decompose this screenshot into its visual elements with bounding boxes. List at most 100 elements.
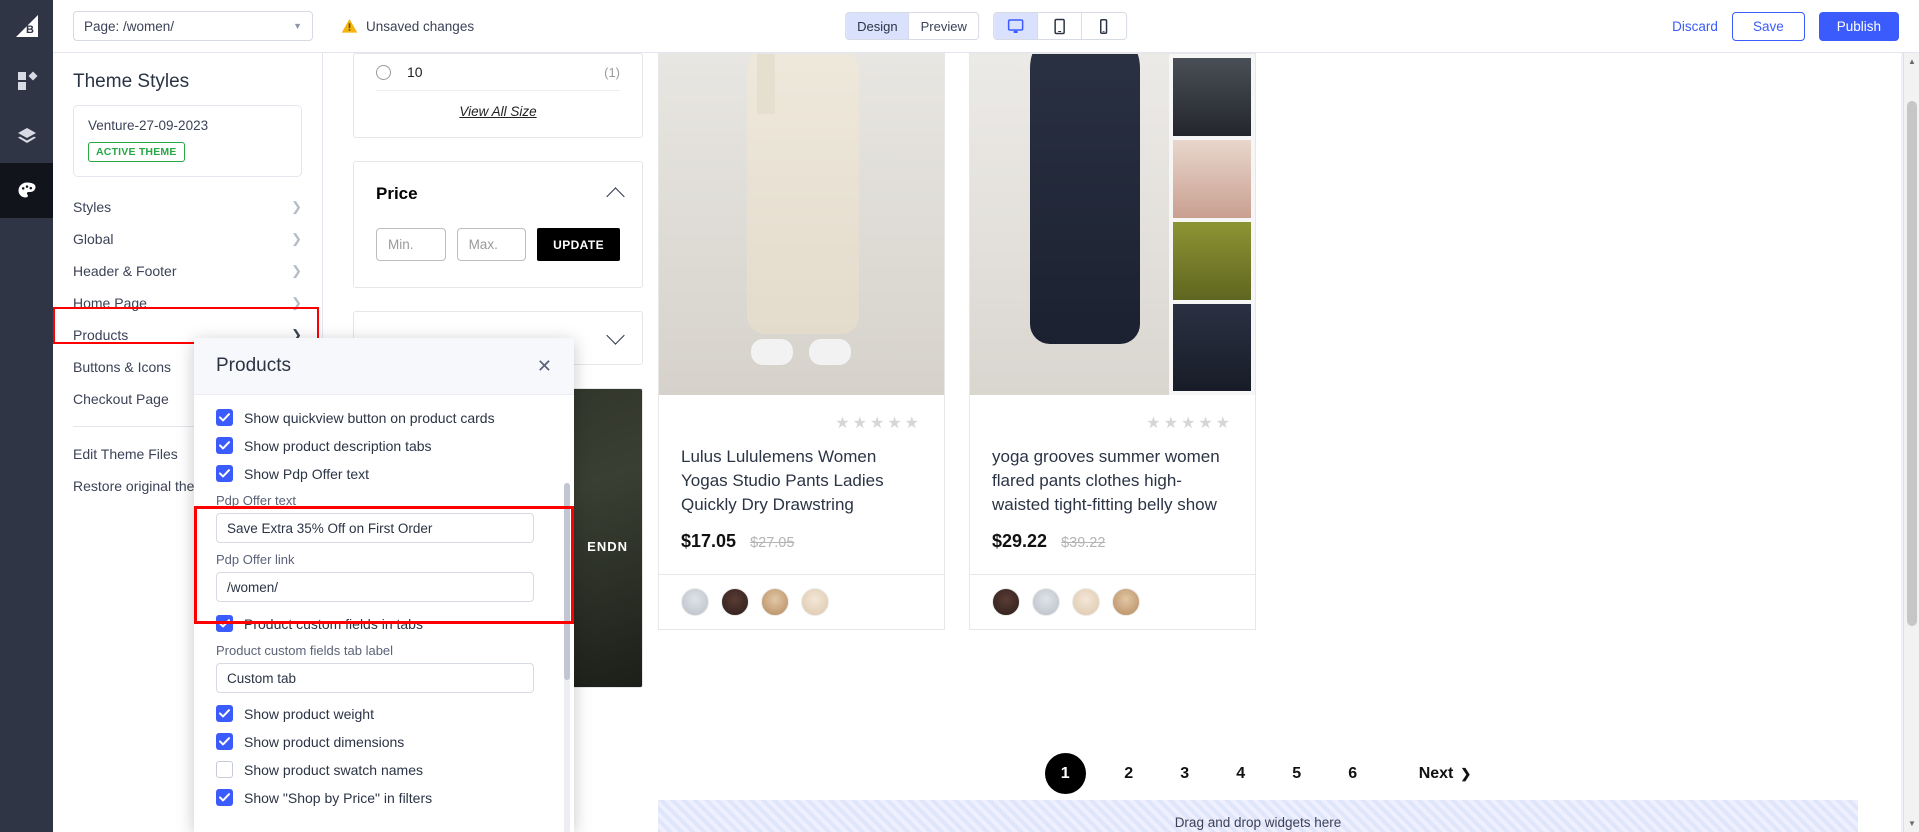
product-custom-fields-tab-label-label: Product custom fields tab label xyxy=(216,643,394,658)
show-product-weight-checkbox-row[interactable]: Show product weight xyxy=(216,705,552,722)
desktop-icon[interactable] xyxy=(993,13,1038,39)
price-filter-title: Price xyxy=(376,184,418,203)
product-card[interactable]: ★★★★★ Lulus Lululemens Women Yogas Studi… xyxy=(658,53,945,631)
tab-design[interactable]: Design xyxy=(846,13,910,39)
show-shop-by-price-checkbox-row[interactable]: Show "Shop by Price" in filters xyxy=(216,789,552,806)
sidebar-item-styles[interactable]: Styles ❯ xyxy=(53,191,322,223)
checkbox-icon[interactable] xyxy=(216,761,233,778)
show-quickview-checkbox-row[interactable]: Show quickview button on product cards xyxy=(216,409,552,426)
price-filter-card: Price Min. Max. UPDATE xyxy=(353,161,643,288)
chevron-down-icon: ▼ xyxy=(293,21,302,31)
checkbox-icon[interactable] xyxy=(216,705,233,722)
top-toolbar: Page: /women/ ▼ Unsaved changes Design P… xyxy=(53,0,1919,53)
canvas-scrollbar-thumb[interactable] xyxy=(1907,101,1917,626)
active-theme-card: Venture-27-09-2023 ACTIVE THEME xyxy=(73,105,302,177)
close-icon[interactable]: ✕ xyxy=(537,357,552,375)
warning-triangle-icon xyxy=(341,19,358,33)
list-item[interactable]: 10 (1) xyxy=(354,54,642,90)
pagination: 1 2 3 4 5 6 Next ❯ xyxy=(658,753,1858,794)
pagination-page[interactable]: 4 xyxy=(1213,765,1269,783)
show-product-swatch-names-checkbox-row[interactable]: Show product swatch names xyxy=(216,761,552,778)
checkbox-icon[interactable] xyxy=(216,615,233,632)
sidebar-item-label: Global xyxy=(73,231,114,247)
right-controls: Discard Save Publish xyxy=(1672,11,1899,41)
size-option-label: 10 xyxy=(407,64,423,80)
modal-scrollbar-thumb[interactable] xyxy=(564,483,570,680)
price-update-button[interactable]: UPDATE xyxy=(537,228,620,261)
chevron-up-icon[interactable] xyxy=(606,186,625,206)
pdp-offer-text-label: Pdp Offer text xyxy=(216,493,296,508)
pagination-page[interactable]: 6 xyxy=(1325,765,1381,783)
svg-text:B: B xyxy=(26,24,34,36)
pagination-page[interactable]: 5 xyxy=(1269,765,1325,783)
view-all-size-link[interactable]: View All Size xyxy=(354,91,642,137)
sidebar-item-header-footer[interactable]: Header & Footer ❯ xyxy=(53,255,322,287)
chevron-down-icon[interactable] xyxy=(606,326,625,345)
page-select-label: Page: /women/ xyxy=(84,18,175,34)
product-image[interactable] xyxy=(659,54,944,395)
publish-button[interactable]: Publish xyxy=(1818,11,1899,41)
show-description-tabs-checkbox-row[interactable]: Show product description tabs xyxy=(216,437,552,454)
canvas-scrollbar[interactable]: ▲ ▼ xyxy=(1903,53,1919,832)
discard-button[interactable]: Discard xyxy=(1672,19,1718,34)
swatch[interactable] xyxy=(761,588,789,617)
checkbox-label: Show Pdp Offer text xyxy=(244,465,370,482)
checkbox-icon[interactable] xyxy=(216,789,233,806)
checkbox-icon[interactable] xyxy=(216,437,233,454)
center-controls: Design Preview xyxy=(845,12,1127,40)
rail-item-blocks[interactable] xyxy=(0,53,53,108)
pagination-page[interactable]: 2 xyxy=(1101,765,1157,783)
rail-item-layers[interactable] xyxy=(0,108,53,163)
widget-dropzone[interactable]: Drag and drop widgets here xyxy=(658,800,1858,832)
checkbox-icon[interactable] xyxy=(216,465,233,482)
product-custom-fields-in-tabs-checkbox-row[interactable]: Product custom fields in tabs xyxy=(216,615,552,632)
product-custom-fields-tab-label-input[interactable]: Custom tab xyxy=(216,663,534,693)
show-product-dimensions-checkbox-row[interactable]: Show product dimensions xyxy=(216,733,552,750)
price-max-input[interactable]: Max. xyxy=(456,228,527,261)
sidebar-item-home-page[interactable]: Home Page ❯ xyxy=(53,287,322,319)
save-button[interactable]: Save xyxy=(1731,11,1805,41)
page-select-dropdown[interactable]: Page: /women/ ▼ xyxy=(73,11,313,41)
tablet-icon[interactable] xyxy=(1037,13,1082,39)
swatch[interactable] xyxy=(1032,588,1060,617)
checkbox-icon[interactable] xyxy=(216,733,233,750)
product-card[interactable]: ★★★★★ yoga grooves summer women flared p… xyxy=(969,53,1256,631)
swatch[interactable] xyxy=(1072,588,1100,617)
device-toggle-group xyxy=(992,12,1127,40)
checkbox-label: Show product dimensions xyxy=(244,733,405,750)
scroll-up-arrow-icon[interactable]: ▲ xyxy=(1908,57,1916,66)
left-icon-rail: B xyxy=(0,0,53,832)
pagination-page-current[interactable]: 1 xyxy=(1044,753,1086,794)
bigcommerce-logo-icon[interactable]: B xyxy=(0,0,53,53)
product-image[interactable] xyxy=(970,54,1255,395)
swatch[interactable] xyxy=(992,588,1020,617)
tab-preview[interactable]: Preview xyxy=(909,13,978,39)
show-pdp-offer-text-checkbox-row[interactable]: Show Pdp Offer text xyxy=(216,465,552,482)
product-row: ★★★★★ Lulus Lululemens Women Yogas Studi… xyxy=(658,53,1858,631)
swatch[interactable] xyxy=(1112,588,1140,617)
product-swatches xyxy=(659,574,944,629)
scroll-down-arrow-icon[interactable]: ▼ xyxy=(1908,819,1916,828)
price-min-input[interactable]: Min. xyxy=(376,228,446,261)
sidebar-item-label: Styles xyxy=(73,199,112,215)
checkbox-icon[interactable] xyxy=(216,409,233,426)
sidebar-item-global[interactable]: Global ❯ xyxy=(53,223,322,255)
pagination-next-button[interactable]: Next ❯ xyxy=(1419,765,1472,783)
swatch[interactable] xyxy=(681,588,709,617)
pagination-page[interactable]: 3 xyxy=(1157,765,1213,783)
rating-stars-icon: ★★★★★ xyxy=(1146,415,1233,432)
modal-title: Products xyxy=(216,355,291,376)
product-price: $29.22 xyxy=(992,531,1048,552)
product-info: ★★★★★ Lulus Lululemens Women Yogas Studi… xyxy=(659,395,944,574)
rail-item-theme-styles[interactable] xyxy=(0,163,53,218)
swatch[interactable] xyxy=(721,588,749,617)
modal-scrollbar[interactable] xyxy=(564,483,570,832)
chevron-right-icon: ❯ xyxy=(1460,765,1472,781)
radio-icon[interactable] xyxy=(376,64,391,80)
sidebar-item-label: Products xyxy=(73,327,129,343)
swatch[interactable] xyxy=(801,588,829,617)
mobile-icon[interactable] xyxy=(1081,13,1126,39)
checkbox-label: Show "Shop by Price" in filters xyxy=(244,789,433,806)
pdp-offer-link-input[interactable]: /women/ xyxy=(216,572,534,602)
pdp-offer-text-input[interactable]: Save Extra 35% Off on First Order xyxy=(216,513,534,543)
